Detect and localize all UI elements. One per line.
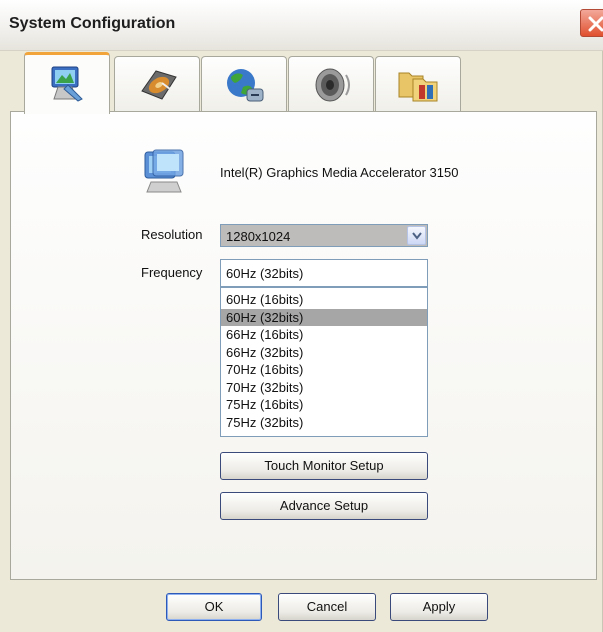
list-item[interactable]: 70Hz (16bits) bbox=[221, 361, 427, 379]
close-icon bbox=[588, 16, 603, 32]
list-item[interactable]: 75Hz (16bits) bbox=[221, 396, 427, 414]
tab-storage[interactable] bbox=[114, 56, 200, 112]
system-configuration-window: System Configuration Intel(R) Graphics M… bbox=[0, 0, 603, 632]
list-item[interactable]: 60Hz (16bits) bbox=[221, 291, 427, 309]
speaker-icon bbox=[315, 68, 350, 102]
network-globe-icon bbox=[227, 69, 264, 102]
tab-network[interactable] bbox=[201, 56, 287, 112]
close-button[interactable] bbox=[580, 9, 603, 37]
list-item[interactable]: 75Hz (32bits) bbox=[221, 414, 427, 432]
tab-sound[interactable] bbox=[288, 56, 374, 112]
apply-button[interactable]: Apply bbox=[390, 593, 488, 621]
resolution-dropdown[interactable]: 1280x1024 bbox=[220, 224, 428, 247]
list-item[interactable]: 66Hz (16bits) bbox=[221, 326, 427, 344]
touch-monitor-setup-button[interactable]: Touch Monitor Setup bbox=[220, 452, 428, 480]
graphics-adapter-name: Intel(R) Graphics Media Accelerator 3150 bbox=[220, 165, 459, 180]
advance-setup-button[interactable]: Advance Setup bbox=[220, 492, 428, 520]
frequency-options-list[interactable]: 60Hz (16bits) 60Hz (32bits) 66Hz (16bits… bbox=[220, 287, 428, 437]
list-item-highlighted[interactable]: 60Hz (32bits) bbox=[221, 308, 427, 326]
hard-disk-icon bbox=[141, 70, 177, 100]
monitor-icon bbox=[144, 149, 184, 193]
resolution-value: 1280x1024 bbox=[226, 229, 291, 244]
list-item[interactable]: 70Hz (32bits) bbox=[221, 379, 427, 397]
title-bar[interactable]: System Configuration bbox=[0, 0, 603, 51]
frequency-label: Frequency bbox=[141, 265, 203, 280]
window-title: System Configuration bbox=[9, 15, 176, 32]
frequency-value: 60Hz (32bits) bbox=[226, 266, 304, 281]
list-item[interactable]: 66Hz (32bits) bbox=[221, 344, 427, 362]
folders-icon bbox=[398, 72, 438, 102]
resolution-dropdown-arrow[interactable] bbox=[407, 226, 426, 245]
resolution-label: Resolution bbox=[141, 227, 203, 242]
tab-files[interactable] bbox=[375, 56, 461, 112]
display-settings-icon bbox=[51, 66, 83, 102]
cancel-button[interactable]: Cancel bbox=[278, 593, 376, 621]
tab-display[interactable] bbox=[24, 52, 110, 114]
frequency-combobox[interactable]: 60Hz (32bits) bbox=[220, 259, 428, 287]
ok-button[interactable]: OK bbox=[166, 593, 262, 621]
chevron-down-icon bbox=[412, 232, 422, 240]
